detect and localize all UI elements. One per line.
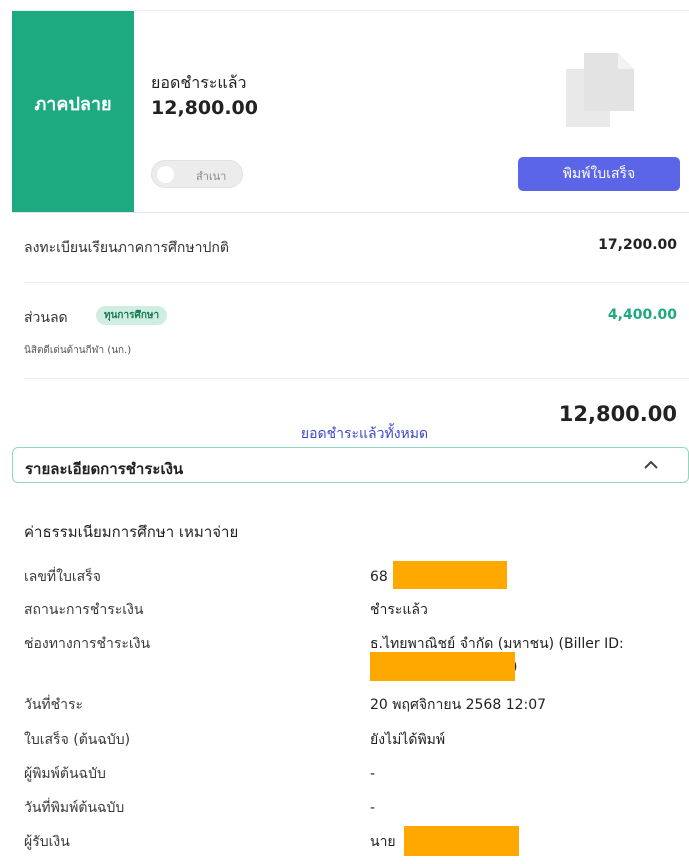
redaction <box>370 652 515 681</box>
detail-label-original-printer: ผู้พิมพ์ต้นฉบับ <box>24 766 106 782</box>
term-summary-card: ภาคปลาย ยอดชำระแล้ว 12,800.00 สำเนา พิมพ… <box>12 10 689 213</box>
redaction <box>404 826 519 856</box>
detail-value-original-print-date: - <box>370 800 376 816</box>
detail-label-original-print-date: วันที่พิมพ์ต้นฉบับ <box>24 800 125 816</box>
total-paid-value: 12,800.00 <box>558 402 677 426</box>
detail-label-payment-date: วันที่ชำระ <box>24 697 84 713</box>
detail-label-payment-channel: ช่องทางการชำระเงิน <box>24 636 151 652</box>
copy-toggle[interactable]: สำเนา <box>151 160 243 188</box>
fee-title: ค่าธรรมเนียมการศึกษา เหมาจ่าย <box>24 523 239 541</box>
discount-label: ส่วนลด <box>24 310 68 326</box>
detail-label-original-receipt: ใบเสร็จ (ต้นฉบับ) <box>24 732 131 748</box>
divider <box>12 212 689 213</box>
payment-details-header[interactable]: รายละเอียดการชำระเงิน <box>12 447 689 483</box>
detail-value-payment-status: ชำระแล้ว <box>370 602 428 618</box>
detail-value-original-receipt: ยังไม่ได้พิมพ์ <box>370 732 446 748</box>
discount-value: 4,400.00 <box>607 307 677 323</box>
divider <box>24 378 689 379</box>
detail-label-receipt-number: เลขที่ใบเสร็จ <box>24 569 101 585</box>
total-paid-label: ยอดชำระแล้วทั้งหมด <box>300 426 429 442</box>
detail-value-original-printer: - <box>370 766 376 782</box>
redaction <box>393 561 507 589</box>
divider <box>24 282 689 283</box>
toggle-label: สำเนา <box>196 170 227 183</box>
term-label: ภาคปลาย <box>34 94 112 115</box>
charge-label: ลงทะเบียนเรียนภาคการศึกษาปกติ <box>24 240 229 256</box>
term-badge: ภาคปลาย <box>12 11 134 213</box>
toggle-knob <box>157 166 174 183</box>
detail-label-payment-status: สถานะการชำระเงิน <box>24 602 144 618</box>
chevron-up-icon[interactable] <box>643 457 659 473</box>
discount-note: นิสิตดีเด่นด้านกีฬา (นก.) <box>24 345 132 356</box>
document-copy-icon <box>566 53 634 127</box>
detail-label-receiver: ผู้รับเงิน <box>24 834 70 850</box>
detail-value-payment-date: 20 พฤศจิกายน 2568 12:07 <box>370 697 547 713</box>
print-receipt-button[interactable]: พิมพ์ใบเสร็จ <box>518 157 680 191</box>
scholarship-badge: ทุนการศึกษา <box>96 306 168 325</box>
charge-value: 17,200.00 <box>598 237 677 253</box>
payment-details-title: รายละเอียดการชำระเงิน <box>25 460 184 478</box>
paid-label: ยอดชำระแล้ว <box>151 73 247 92</box>
paid-amount: 12,800.00 <box>151 97 258 119</box>
detail-value-payment-channel-2: ) <box>512 656 542 678</box>
